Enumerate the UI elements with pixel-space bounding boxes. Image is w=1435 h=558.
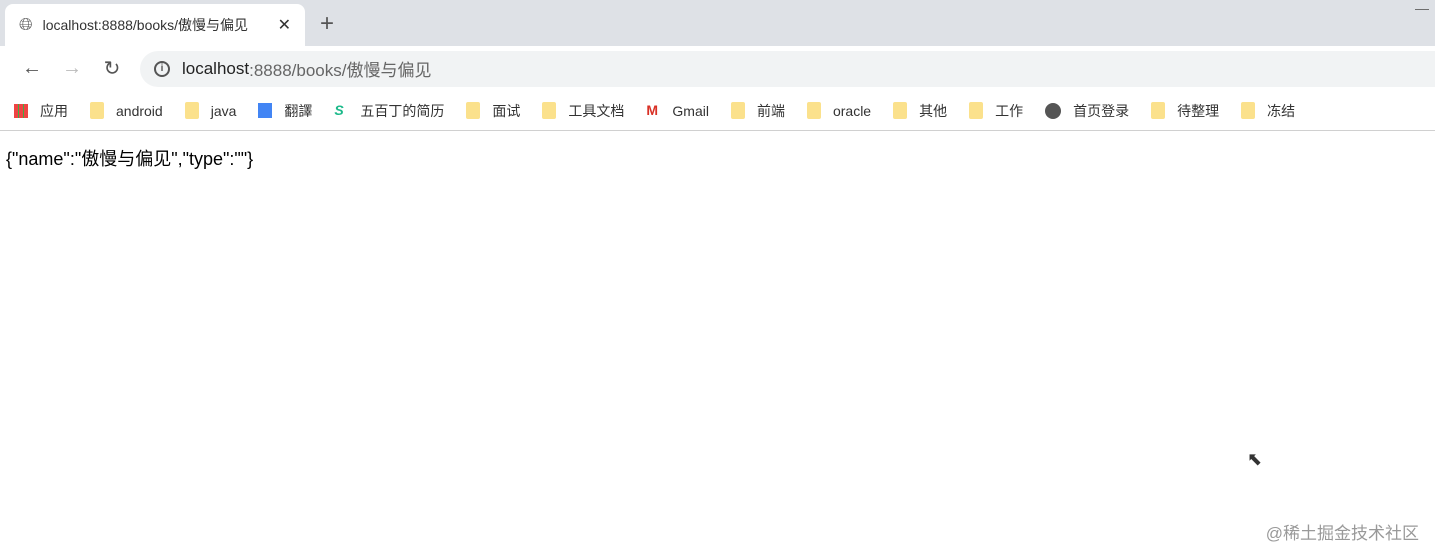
- bookmark-label: oracle: [832, 102, 872, 119]
- bookmark-folder[interactable]: 前端: [730, 101, 785, 121]
- bookmark-label: 翻譯: [284, 102, 313, 119]
- watermark: @稀土掘金技术社区: [1265, 524, 1419, 543]
- url-host: localhost: [182, 58, 250, 78]
- folder-icon: [969, 102, 984, 119]
- folder-icon: [184, 102, 199, 119]
- mouse-cursor-icon: ⬉: [1247, 449, 1263, 469]
- bookmark-label: 冻结: [1267, 102, 1296, 119]
- new-tab-button[interactable]: +: [320, 10, 334, 38]
- forward-button[interactable]: →: [52, 57, 92, 80]
- folder-icon: [1241, 102, 1256, 119]
- bookmarks-bar: 应用 android java 翻譯 S 五百丁的简历 面试 工具文档 M Gmail 前端 orac…: [0, 91, 1435, 131]
- bookmark-label: 五百丁的简历: [360, 102, 445, 119]
- folder-icon: [806, 102, 821, 119]
- toolbar: ← → ↻ i localhost:8888/books/傲慢与偏见: [0, 46, 1435, 91]
- bookmark-label: android: [116, 102, 163, 119]
- bookmark-folder[interactable]: 面试: [466, 101, 520, 121]
- folder-icon: [542, 102, 557, 119]
- wubaiding-icon: S: [334, 102, 344, 118]
- bookmark-label: 前端: [756, 102, 785, 119]
- tab-active[interactable]: 🌐︎ localhost:8888/books/傲慢与偏见 ✕: [5, 4, 305, 46]
- bookmark-google-translate[interactable]: 翻譯: [258, 101, 312, 121]
- reload-button[interactable]: ↻: [92, 56, 132, 81]
- bookmark-label: 工具文档: [568, 102, 625, 119]
- apps-grid-icon: [14, 103, 28, 118]
- json-response: {"name":"傲慢与偏见","type":""}: [6, 149, 254, 169]
- bookmark-folder[interactable]: 待整理: [1151, 101, 1219, 121]
- google-translate-icon: [258, 103, 273, 118]
- bookmark-folder[interactable]: java: [184, 102, 237, 119]
- bookmark-folder[interactable]: 其他: [893, 101, 947, 121]
- bookmark-label: Gmail: [672, 102, 709, 119]
- bookmark-label: java: [210, 102, 237, 119]
- bookmark-label: 应用: [40, 102, 68, 119]
- info-icon[interactable]: i: [154, 60, 170, 77]
- bookmark-apps-grid[interactable]: 应用: [14, 101, 68, 121]
- tab-strip: 🌐︎ localhost:8888/books/傲慢与偏见 ✕ + —: [0, 0, 1435, 46]
- bookmark-label: 待整理: [1177, 102, 1220, 119]
- close-tab-icon[interactable]: ✕: [278, 15, 291, 35]
- minimize-button[interactable]: —: [1415, 0, 1429, 16]
- bookmark-folder[interactable]: oracle: [806, 102, 872, 119]
- bookmark-globe[interactable]: 首页登录: [1045, 101, 1129, 121]
- globe-icon: [1045, 102, 1062, 119]
- bookmark-folder[interactable]: 工具文档: [542, 101, 624, 121]
- bookmark-folder[interactable]: 冻结: [1241, 101, 1295, 121]
- bookmark-gmail[interactable]: M Gmail: [646, 102, 709, 119]
- bookmark-label: 面试: [492, 102, 521, 119]
- bookmark-label: 工作: [995, 102, 1024, 119]
- url-path: :8888/books/傲慢与偏见: [249, 61, 432, 80]
- bookmark-label: 首页登录: [1073, 102, 1130, 119]
- gmail-icon: M: [646, 102, 659, 118]
- bookmark-folder[interactable]: android: [90, 102, 163, 119]
- back-button[interactable]: ←: [12, 57, 52, 80]
- folder-icon: [1151, 102, 1166, 119]
- folder-icon: [466, 102, 481, 119]
- folder-icon: [730, 102, 745, 119]
- bookmark-folder[interactable]: 工作: [969, 101, 1023, 121]
- folder-icon: [90, 102, 104, 119]
- folder-icon: [893, 102, 908, 119]
- address-bar[interactable]: i localhost:8888/books/傲慢与偏见: [140, 50, 1435, 87]
- tab-title: localhost:8888/books/傲慢与偏见: [42, 17, 249, 33]
- globe-icon: 🌐︎: [19, 15, 33, 34]
- bookmark-wubaiding[interactable]: S 五百丁的简历: [334, 101, 444, 121]
- bookmark-label: 其他: [919, 102, 948, 119]
